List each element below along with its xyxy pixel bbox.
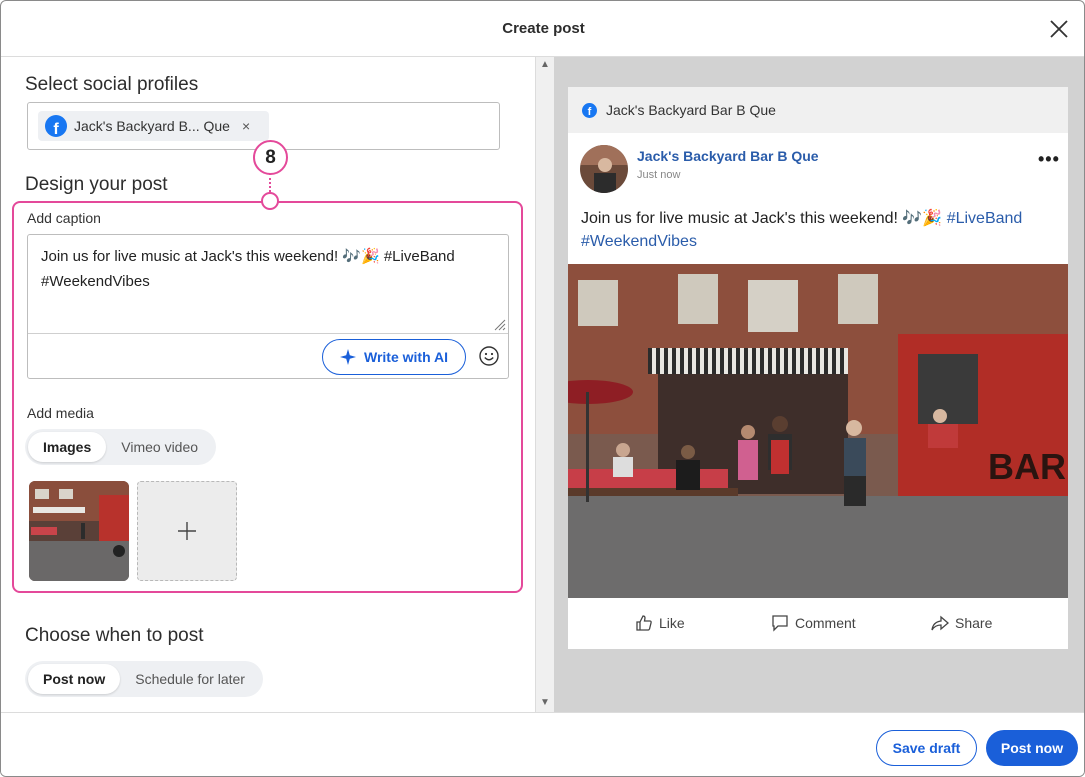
preview-hashtag: #WeekendVibes (581, 233, 697, 250)
design-post-title: Design your post (25, 174, 168, 195)
preview-post-text: Join us for live music at Jack's this we… (581, 207, 1051, 253)
post-now-button[interactable]: Post now (986, 730, 1078, 766)
preview-timestamp: Just now (637, 169, 681, 181)
share-label: Share (955, 615, 993, 631)
preview-network-header: f Jack's Backyard Bar B Que (568, 87, 1068, 133)
option-schedule-later[interactable]: Schedule for later (120, 664, 260, 694)
comment-action[interactable]: Comment (771, 614, 856, 632)
plus-icon (178, 522, 196, 540)
thumbnail-image (29, 481, 129, 581)
modal-title: Create post (502, 20, 585, 37)
create-post-modal: Create post Select social profiles f Jac… (0, 0, 1085, 777)
like-action[interactable]: Like (635, 614, 685, 632)
tab-vimeo-video[interactable]: Vimeo video (106, 432, 213, 462)
thumbs-up-icon (636, 615, 652, 631)
preview-image: BAR (568, 264, 1068, 598)
facebook-icon: f (45, 115, 67, 137)
preview-text-body: Join us for live music at Jack's this we… (581, 210, 943, 227)
modal-header: Create post (1, 1, 1084, 57)
preview-card: f Jack's Backyard Bar B Que Jack's Backy… (568, 87, 1068, 649)
option-post-now[interactable]: Post now (28, 664, 121, 694)
svg-text:BAR: BAR (988, 446, 1066, 487)
media-type-toggle: Images Vimeo video (25, 429, 217, 465)
tab-images[interactable]: Images (28, 432, 107, 462)
scrollbar[interactable]: ▲ ▼ (535, 57, 554, 712)
comment-icon (772, 615, 788, 632)
emoji-icon[interactable] (478, 345, 500, 367)
preview-hashtag: #LiveBand (946, 210, 1023, 227)
profile-chip: f Jack's Backyard B... Que × (38, 111, 269, 141)
avatar (580, 145, 628, 193)
scroll-down-icon[interactable]: ▼ (540, 697, 550, 708)
share-icon (931, 615, 949, 631)
schedule-toggle: Post now Schedule for later (25, 661, 263, 697)
more-options-icon[interactable]: ••• (1038, 149, 1060, 170)
caption-label: Add caption (27, 210, 101, 226)
caption-text[interactable]: Join us for live music at Jack's this we… (41, 244, 501, 294)
like-label: Like (659, 615, 685, 631)
select-profiles-title: Select social profiles (25, 74, 199, 95)
share-action[interactable]: Share (931, 614, 992, 632)
caption-field[interactable]: Join us for live music at Jack's this we… (27, 234, 509, 379)
facebook-icon: f (582, 102, 597, 118)
callout-dot (261, 192, 279, 210)
sparkle-icon (340, 349, 356, 365)
callout-number-badge: 8 (253, 140, 288, 175)
remove-profile-icon[interactable]: × (242, 118, 250, 134)
compose-panel: Select social profiles f Jack's Backyard… (1, 57, 535, 712)
write-with-ai-label: Write with AI (364, 349, 448, 365)
profile-chip-label: Jack's Backyard B... Que (74, 118, 230, 134)
add-media-button[interactable] (137, 481, 237, 581)
preview-page-name: Jack's Backyard Bar B Que (637, 148, 819, 164)
caption-divider (28, 333, 508, 334)
write-with-ai-button[interactable]: Write with AI (322, 339, 466, 375)
scroll-up-icon[interactable]: ▲ (540, 59, 550, 70)
resize-handle-icon[interactable] (492, 317, 506, 331)
media-thumbnail[interactable] (29, 481, 129, 581)
preview-actions: Like Comment Share (568, 598, 1068, 649)
choose-when-title: Choose when to post (25, 625, 204, 646)
save-draft-button[interactable]: Save draft (876, 730, 977, 766)
preview-network-name: Jack's Backyard Bar B Que (606, 102, 776, 118)
close-icon[interactable] (1047, 17, 1071, 41)
modal-footer: Save draft Post now (1, 712, 1084, 776)
media-label: Add media (27, 405, 94, 421)
comment-label: Comment (795, 615, 856, 631)
post-preview-panel: f Jack's Backyard Bar B Que Jack's Backy… (554, 57, 1084, 712)
